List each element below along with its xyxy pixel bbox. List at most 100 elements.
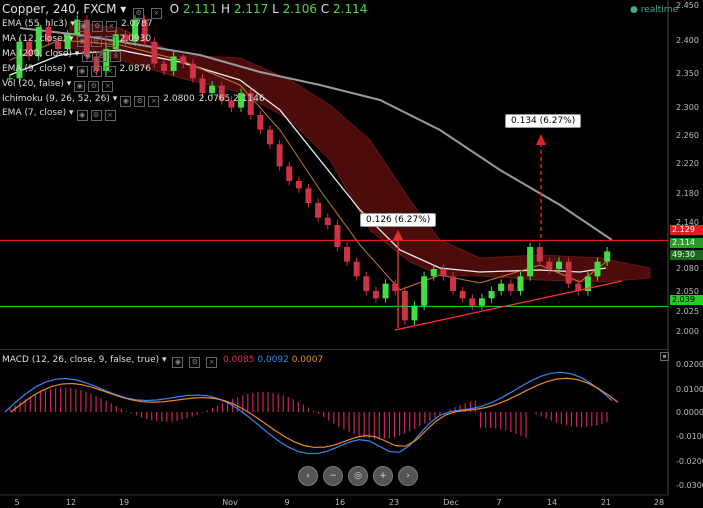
indicator-legend-item[interactable]: MA (200, close) ▾ ◉ ⚙ ×	[2, 49, 129, 62]
symbol-name[interactable]: Copper, 240, FXCM	[2, 2, 116, 16]
macd-line-value: 0.0092	[257, 355, 289, 365]
indicator-label[interactable]: Vol (20, false)	[2, 79, 64, 89]
candle-body	[430, 269, 437, 277]
settings-icon[interactable]: ⚙	[91, 21, 103, 32]
candle-body	[209, 85, 216, 93]
price-axis-label: 2.080	[676, 264, 699, 273]
indicator-legend-item[interactable]: MA (12, close) ▾ ◉ ⚙ × 2.0930	[2, 34, 155, 47]
indicator-legend-item[interactable]: Vol (20, false) ▾ ◉ ⚙ ×	[2, 79, 121, 92]
candle-body	[180, 56, 187, 64]
settings-icon[interactable]: ⚙	[96, 51, 108, 62]
close-label: C	[320, 2, 330, 16]
reset-button[interactable]: ◎	[348, 466, 368, 486]
visibility-icon[interactable]: ◉	[76, 110, 88, 121]
candle-body	[189, 63, 196, 79]
settings-icon[interactable]: ⚙	[90, 36, 102, 47]
settings-icon[interactable]: ⚙	[90, 66, 102, 77]
candle-body	[565, 261, 572, 284]
settings-icon[interactable]: ⚙	[189, 357, 201, 368]
time-axis-label: 28	[654, 498, 664, 507]
close-icon[interactable]: ×	[104, 36, 116, 47]
candle-body	[478, 298, 485, 306]
dropdown-icon[interactable]: ▾	[66, 64, 74, 74]
indicator-legend-item[interactable]: Ichimoku (9, 26, 52, 26) ▾ ◉ ⚙ × 2.0800 2.076…	[2, 94, 265, 107]
indicator-label[interactable]: MA (200, close)	[2, 49, 72, 59]
visibility-icon[interactable]: ◉	[77, 21, 89, 32]
resistance-price-box: 2.129	[670, 225, 703, 235]
candle-body	[344, 247, 351, 262]
candle-body	[363, 276, 370, 291]
dropdown-icon[interactable]: ▾	[66, 34, 74, 44]
dropdown-icon[interactable]: ▾	[68, 19, 75, 29]
settings-icon[interactable]: ⚙	[88, 81, 100, 92]
dropdown-icon[interactable]: ▾	[110, 94, 118, 104]
visibility-icon[interactable]: ◉	[120, 96, 132, 107]
visibility-icon[interactable]: ◉	[76, 66, 88, 77]
indicator-legend-item[interactable]: EMA (7, close) ▾ ◉ ⚙ ×	[2, 108, 124, 121]
indicator-value: 2.0876	[119, 64, 152, 74]
scroll-right-button[interactable]: ›	[398, 466, 418, 486]
candle-body	[459, 291, 466, 299]
dropdown-icon[interactable]: ▾	[64, 79, 72, 89]
symbol-title[interactable]: Copper, 240, FXCM ▾ ⚙ × O 2.111 H 2.117 …	[2, 2, 367, 19]
pane-separator[interactable]	[0, 349, 668, 350]
dropdown-icon[interactable]: ▾	[120, 2, 126, 16]
visibility-icon[interactable]: ◉	[82, 51, 94, 62]
zoom-in-button[interactable]: +	[373, 466, 393, 486]
time-axis-label: Dec	[443, 498, 458, 507]
settings-icon[interactable]: ⚙	[133, 8, 145, 19]
indicator-label[interactable]: EMA (55, hlc3)	[2, 19, 68, 29]
scroll-left-button[interactable]: ‹	[298, 466, 318, 486]
close-icon[interactable]: ×	[104, 66, 116, 77]
visibility-icon[interactable]: ◉	[172, 357, 184, 368]
close-icon[interactable]: ×	[148, 96, 160, 107]
close-icon[interactable]: ×	[110, 51, 122, 62]
close-icon[interactable]: ×	[102, 81, 114, 92]
candle-body	[469, 298, 476, 306]
settings-icon[interactable]: ⚙	[90, 110, 102, 121]
candle-body	[266, 129, 273, 145]
close-value: 2.114	[333, 2, 368, 16]
candle-body	[440, 269, 447, 277]
settings-icon[interactable]: ⚙	[134, 96, 146, 107]
close-icon[interactable]: ×	[150, 8, 162, 19]
candle-body	[295, 181, 302, 189]
indicator-label[interactable]: MA (12, close)	[2, 34, 66, 44]
zoom-out-button[interactable]: −	[323, 466, 343, 486]
price-axis-label: 2.180	[676, 189, 699, 198]
candle-body	[305, 188, 312, 203]
candle-body	[450, 276, 457, 291]
indicator-label[interactable]: EMA (9, close)	[2, 64, 66, 74]
macd-label[interactable]: MACD (12, 26, close, 9, false, true)	[2, 355, 159, 365]
candle-body	[488, 291, 495, 299]
close-icon[interactable]: ×	[105, 21, 117, 32]
time-axis-label: 7	[496, 498, 501, 507]
indicator-label[interactable]: Ichimoku (9, 26, 52, 26)	[2, 94, 110, 104]
macd-axis-label: 0.0100	[676, 385, 703, 394]
macd-legend[interactable]: MACD (12, 26, close, 9, false, true) ▾ ◉…	[2, 355, 323, 368]
indicator-value: 2.0787	[120, 19, 153, 29]
indicator-label[interactable]: EMA (7, close)	[2, 108, 66, 118]
dropdown-icon[interactable]: ▾	[66, 108, 74, 118]
dropdown-icon[interactable]: ▾	[162, 355, 167, 365]
candle-body	[353, 261, 360, 277]
macd-axis-label: 0.0000	[676, 408, 703, 417]
measure-callout-first: 0.126 (6.27%)	[360, 213, 437, 227]
macd-axis-label: -0.0300	[676, 481, 703, 490]
indicator-legend-item[interactable]: EMA (9, close) ▾ ◉ ⚙ × 2.0876	[2, 64, 155, 77]
candle-body	[556, 261, 563, 269]
visibility-icon[interactable]: ◉	[76, 36, 88, 47]
visibility-icon[interactable]: ◉	[74, 81, 86, 92]
close-icon[interactable]: ×	[104, 110, 116, 121]
close-icon[interactable]: ×	[206, 357, 218, 368]
candle-body	[334, 225, 341, 247]
open-value: 2.111	[182, 2, 218, 16]
candle-body	[498, 283, 505, 291]
price-axis-label: 2.300	[676, 103, 699, 112]
low-label: L	[272, 2, 279, 16]
candle-body	[160, 63, 167, 71]
indicator-legend-item[interactable]: EMA (55, hlc3) ▾ ◉ ⚙ × 2.0787	[2, 19, 156, 32]
price-axis-label: 2.000	[676, 327, 699, 336]
dropdown-icon[interactable]: ▾	[72, 49, 80, 59]
maximize-icon[interactable]: ▪	[660, 352, 669, 361]
